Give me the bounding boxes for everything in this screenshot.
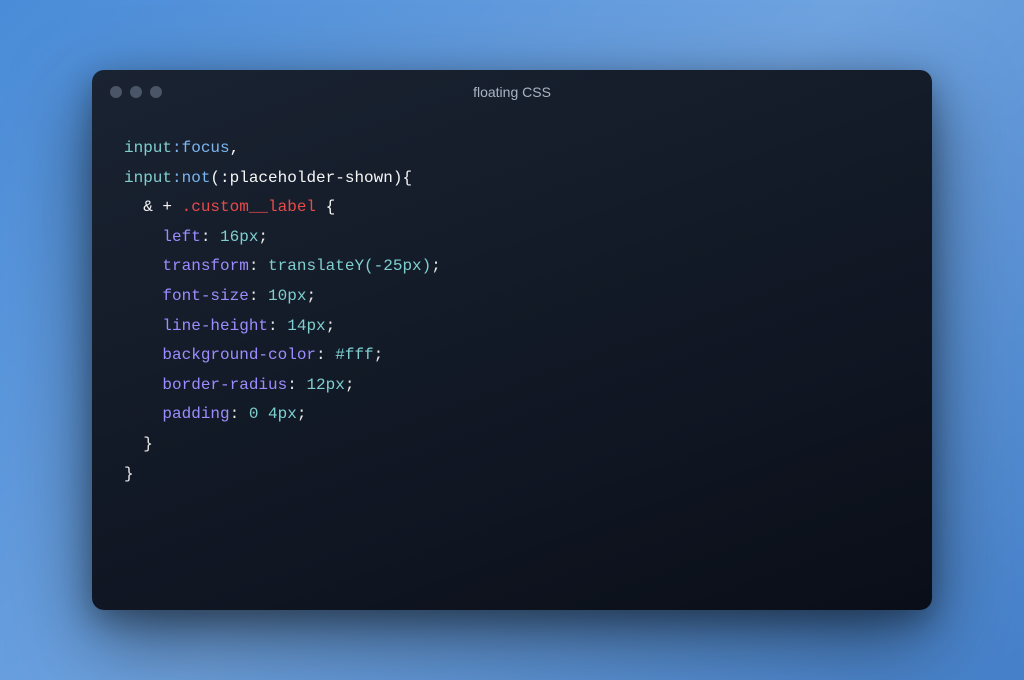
code-token: font-size bbox=[162, 287, 248, 305]
code-token: .custom__label bbox=[182, 198, 326, 216]
code-token: : bbox=[268, 317, 287, 335]
code-token: 10px bbox=[268, 287, 306, 305]
code-token: : bbox=[316, 346, 335, 364]
code-token: { bbox=[326, 198, 336, 216]
code-token: 12px bbox=[306, 376, 344, 394]
code-token: translateY(-25px) bbox=[268, 257, 431, 275]
code-token: ; bbox=[306, 287, 316, 305]
code-line: } bbox=[124, 460, 900, 490]
code-token: , bbox=[230, 139, 240, 157]
code-token: } bbox=[124, 465, 134, 483]
titlebar: floating CSS bbox=[92, 70, 932, 114]
code-line: background-color: #fff; bbox=[124, 341, 900, 371]
code-token: ; bbox=[431, 257, 441, 275]
code-token: & + bbox=[143, 198, 181, 216]
code-token: :focus bbox=[172, 139, 230, 157]
code-token: ; bbox=[258, 228, 268, 246]
code-editor[interactable]: input:focus,input:not(:placeholder-shown… bbox=[92, 114, 932, 509]
code-token: } bbox=[143, 435, 153, 453]
code-token: input bbox=[124, 169, 172, 187]
code-token: ; bbox=[297, 405, 307, 423]
traffic-lights bbox=[110, 86, 162, 98]
code-token: input bbox=[124, 139, 172, 157]
code-token: (:placeholder-shown){ bbox=[210, 169, 412, 187]
code-token: 14px bbox=[287, 317, 325, 335]
code-token: ; bbox=[374, 346, 384, 364]
code-token: : bbox=[201, 228, 220, 246]
code-token: : bbox=[249, 287, 268, 305]
code-token: transform bbox=[162, 257, 248, 275]
code-token: ; bbox=[345, 376, 355, 394]
code-token: 0 4px bbox=[249, 405, 297, 423]
code-line: transform: translateY(-25px); bbox=[124, 252, 900, 282]
code-token: padding bbox=[162, 405, 229, 423]
minimize-icon[interactable] bbox=[130, 86, 142, 98]
code-token: border-radius bbox=[162, 376, 287, 394]
code-line: left: 16px; bbox=[124, 223, 900, 253]
code-token: ; bbox=[326, 317, 336, 335]
code-token: left bbox=[162, 228, 200, 246]
code-token: #fff bbox=[335, 346, 373, 364]
code-token: :not bbox=[172, 169, 210, 187]
close-icon[interactable] bbox=[110, 86, 122, 98]
code-token: : bbox=[287, 376, 306, 394]
code-token: 16px bbox=[220, 228, 258, 246]
code-window: floating CSS input:focus,input:not(:plac… bbox=[92, 70, 932, 610]
code-token: : bbox=[249, 257, 268, 275]
code-line: } bbox=[124, 430, 900, 460]
code-token: background-color bbox=[162, 346, 316, 364]
code-line: border-radius: 12px; bbox=[124, 371, 900, 401]
window-title: floating CSS bbox=[473, 84, 551, 100]
code-line: & + .custom__label { bbox=[124, 193, 900, 223]
code-line: font-size: 10px; bbox=[124, 282, 900, 312]
code-line: padding: 0 4px; bbox=[124, 400, 900, 430]
code-token: : bbox=[230, 405, 249, 423]
code-line: input:not(:placeholder-shown){ bbox=[124, 164, 900, 194]
maximize-icon[interactable] bbox=[150, 86, 162, 98]
code-line: line-height: 14px; bbox=[124, 312, 900, 342]
code-token: line-height bbox=[162, 317, 268, 335]
code-line: input:focus, bbox=[124, 134, 900, 164]
